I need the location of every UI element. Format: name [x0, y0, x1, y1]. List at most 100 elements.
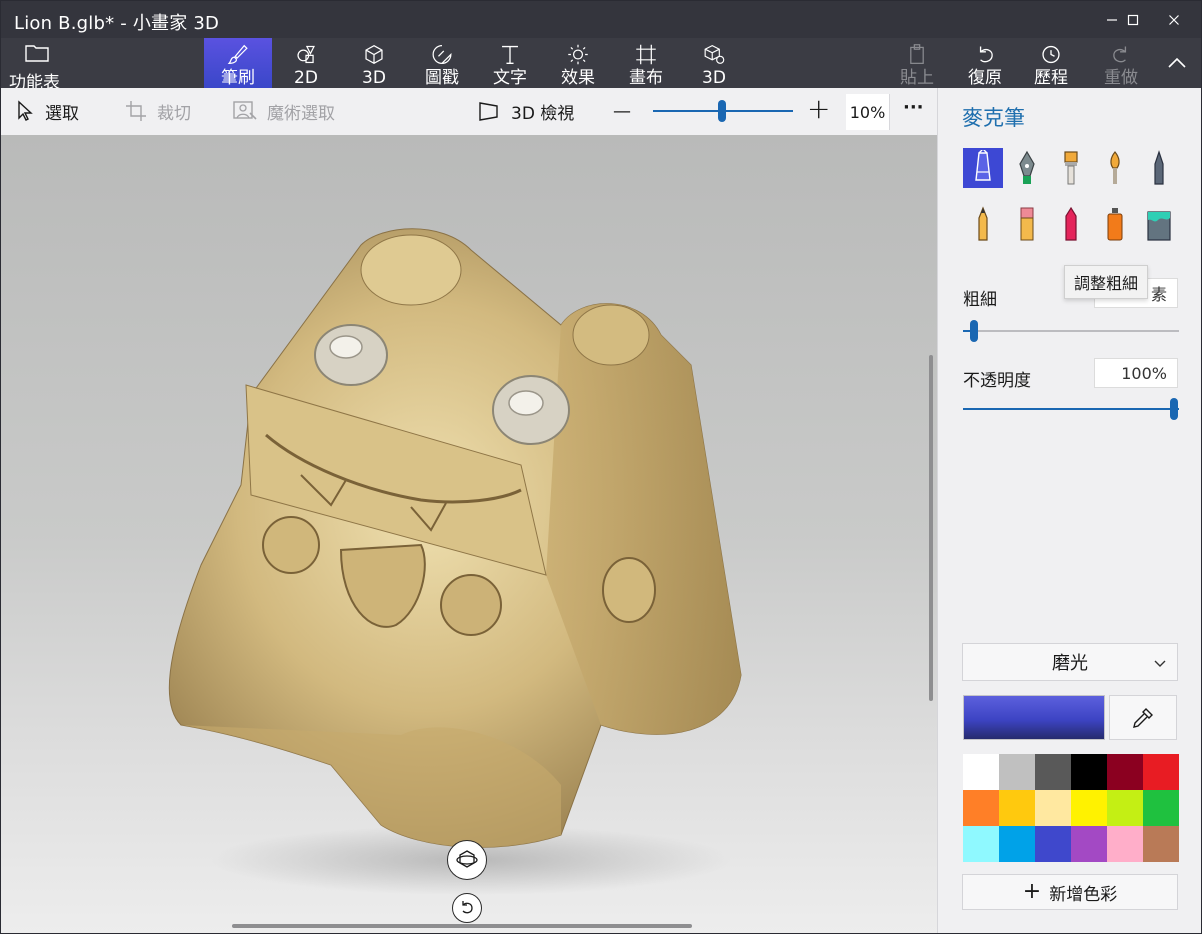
material-value: 磨光 — [1052, 653, 1088, 674]
color-swatch[interactable] — [999, 826, 1035, 862]
current-color-swatch[interactable] — [963, 695, 1105, 740]
watercolor-icon — [1110, 151, 1120, 184]
orbit-button[interactable] — [447, 840, 487, 880]
eyedropper-button[interactable] — [1109, 695, 1177, 740]
paste-icon — [910, 44, 924, 64]
crop-icon — [126, 101, 146, 121]
eraser-brush[interactable] — [1007, 204, 1047, 244]
color-swatch[interactable] — [1107, 754, 1143, 790]
lion-3d-model[interactable] — [1, 135, 937, 933]
marker-brush[interactable] — [963, 148, 1003, 188]
tab-label: 圖戳 — [425, 68, 459, 88]
crop-label: 裁切 — [157, 103, 191, 124]
magic-select-button[interactable]: 魔術選取 — [233, 98, 335, 124]
calligraphy-pen-brush[interactable] — [1007, 148, 1047, 188]
history-button[interactable]: 歷程 — [1019, 38, 1083, 88]
color-swatch[interactable] — [999, 790, 1035, 826]
reset-view-button[interactable] — [452, 893, 482, 923]
color-swatch[interactable] — [963, 754, 999, 790]
menu-button[interactable]: 功能表 — [9, 42, 69, 93]
tab-text[interactable]: 文字 — [476, 38, 544, 88]
collapse-ribbon-button[interactable] — [1157, 38, 1197, 88]
title-bar: Lion B.glb* - 小畫家 3D — [1, 1, 1201, 38]
plus-icon: + — [807, 91, 831, 125]
thickness-slider-track[interactable] — [963, 330, 1179, 332]
color-swatch[interactable] — [1035, 754, 1071, 790]
color-swatch[interactable] — [1071, 826, 1107, 862]
maximize-button[interactable] — [1112, 1, 1154, 38]
zoom-in-button[interactable]: + — [807, 92, 830, 125]
tab-2d-shapes[interactable]: 2D — [272, 38, 340, 88]
undo-button[interactable]: 復原 — [953, 38, 1017, 88]
paste-label: 貼上 — [900, 68, 934, 88]
tab-effects[interactable]: 效果 — [544, 38, 612, 88]
color-swatch[interactable] — [963, 790, 999, 826]
opacity-slider-thumb[interactable] — [1170, 398, 1178, 420]
magic-select-label: 魔術選取 — [267, 103, 335, 124]
vertical-scrollbar[interactable] — [929, 355, 933, 701]
chevron-up-icon — [1168, 57, 1186, 68]
tab-3d-shapes[interactable]: 3D — [340, 38, 408, 88]
crayon-brush[interactable] — [1051, 204, 1091, 244]
redo-icon — [1113, 46, 1127, 63]
ribbon: 功能表 筆刷 2D 3D 圖戳 文字 效果 畫布 3D 貼上 復原 歷程 重做 — [1, 38, 1201, 93]
tab-brushes[interactable]: 筆刷 — [204, 38, 272, 88]
orbit-icon — [456, 850, 478, 868]
more-options-button[interactable]: ··· — [903, 94, 924, 120]
tab-canvas[interactable]: 畫布 — [612, 38, 680, 88]
thickness-slider-thumb[interactable] — [970, 320, 978, 342]
tab-3d-library[interactable]: 3D — [680, 38, 748, 88]
color-swatch[interactable] — [1071, 754, 1107, 790]
redo-button[interactable]: 重做 — [1089, 38, 1153, 88]
color-swatch[interactable] — [963, 826, 999, 862]
undo-icon — [979, 46, 993, 63]
oil-brush[interactable] — [1051, 148, 1091, 188]
thickness-label: 粗細 — [963, 290, 997, 310]
history-icon — [1042, 45, 1060, 64]
panel-title: 麥克筆 — [962, 106, 1025, 130]
color-swatch[interactable] — [1143, 790, 1179, 826]
canvas-icon — [636, 44, 656, 65]
pixel-pen-brush[interactable] — [1139, 148, 1179, 188]
add-color-button[interactable]: + 新增色彩 — [962, 874, 1178, 910]
brush-icon — [227, 44, 248, 64]
reset-view-icon — [462, 901, 473, 914]
opacity-value[interactable]: 100% — [1094, 358, 1178, 388]
folder-icon — [25, 45, 49, 62]
effects-icon — [568, 44, 588, 65]
color-swatch[interactable] — [1143, 826, 1179, 862]
color-swatch[interactable] — [1071, 790, 1107, 826]
tab-label: 文字 — [493, 68, 527, 88]
color-swatch[interactable] — [1035, 790, 1071, 826]
3d-view-button[interactable]: 3D 檢視 — [477, 98, 574, 124]
color-swatch[interactable] — [999, 754, 1035, 790]
zoom-out-button[interactable]: — — [613, 98, 631, 124]
undo-label: 復原 — [968, 68, 1002, 88]
close-button[interactable] — [1153, 1, 1195, 38]
watercolor-brush[interactable] — [1095, 148, 1135, 188]
select-button[interactable]: 選取 — [15, 98, 79, 124]
tab-label: 筆刷 — [221, 68, 255, 88]
crop-button[interactable]: 裁切 — [125, 98, 191, 124]
canvas-3d-viewport[interactable] — [1, 135, 937, 933]
horizontal-scrollbar[interactable] — [232, 924, 692, 928]
material-dropdown[interactable]: 磨光 — [962, 643, 1178, 681]
zoom-value[interactable]: 10% — [846, 94, 890, 130]
calligraphy-pen-icon — [1019, 150, 1035, 184]
paste-button[interactable]: 貼上 — [885, 38, 949, 88]
color-swatch[interactable] — [1107, 826, 1143, 862]
color-swatch[interactable] — [1107, 790, 1143, 826]
thickness-tooltip: 調整粗細 — [1064, 265, 1149, 299]
pixel-pen-icon — [1154, 150, 1164, 185]
3d-view-icon — [479, 102, 498, 121]
history-label: 歷程 — [1034, 68, 1068, 88]
color-swatch[interactable] — [1143, 754, 1179, 790]
spray-can-brush[interactable] — [1095, 204, 1135, 244]
zoom-slider-thumb[interactable] — [718, 100, 726, 122]
fill-bucket-brush[interactable] — [1139, 204, 1179, 244]
tab-label: 3D — [702, 68, 726, 88]
pencil-brush[interactable] — [963, 204, 1003, 244]
opacity-slider-track[interactable] — [963, 408, 1179, 410]
color-swatch[interactable] — [1035, 826, 1071, 862]
tab-stickers[interactable]: 圖戳 — [408, 38, 476, 88]
